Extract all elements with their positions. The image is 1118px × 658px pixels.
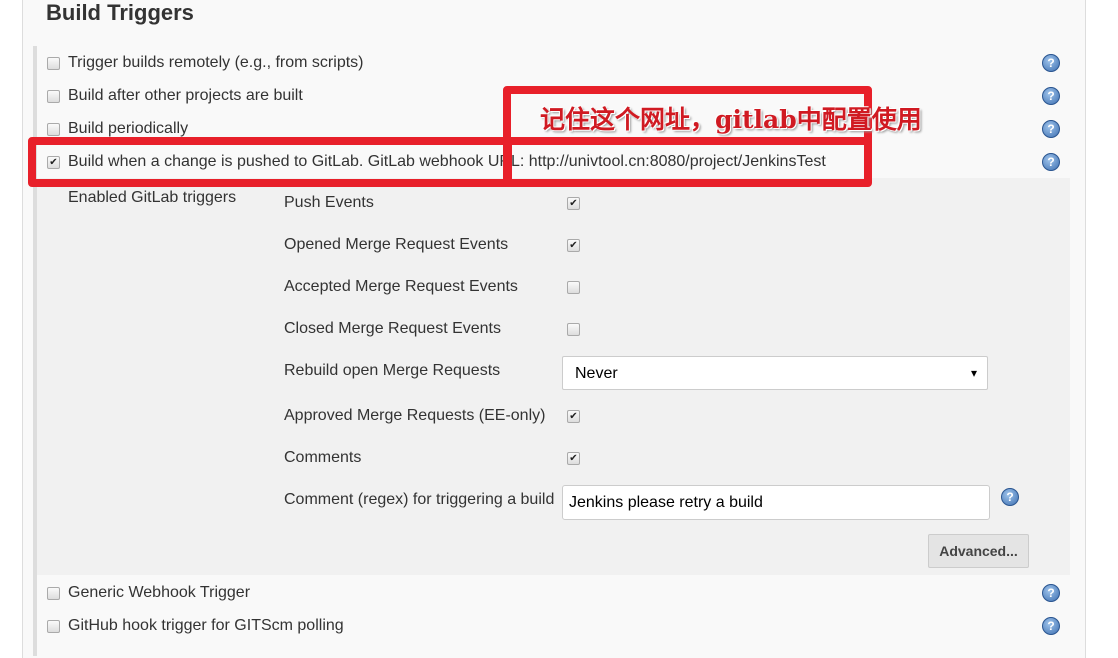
annotation-divider [511, 137, 864, 145]
trigger-label: Build periodically [68, 120, 189, 137]
checkbox[interactable] [47, 56, 60, 70]
comment-regex-input[interactable]: Jenkins please retry a build [562, 485, 990, 520]
opened-mr-label: Opened Merge Request Events [284, 236, 509, 253]
dropdown-arrow-icon: ▾ [970, 366, 977, 380]
section-title: Build Triggers [46, 0, 194, 25]
checkbox[interactable] [47, 586, 60, 600]
checkbox[interactable] [47, 619, 60, 633]
rebuild-open-mr-label: Rebuild open Merge Requests [284, 362, 501, 379]
help-icon[interactable]: ? [1001, 488, 1019, 506]
trigger-label: GitHub hook trigger for GITScm polling [68, 617, 344, 634]
help-icon[interactable]: ? [1042, 584, 1060, 602]
push-events-checkbox[interactable]: ✔ [567, 197, 580, 210]
annotation-note: 记住这个网址，gitlab中配置使用 [540, 105, 922, 134]
enabled-gitlab-triggers-label: Enabled GitLab triggers [68, 189, 237, 206]
trigger-remote[interactable]: Trigger builds remotely (e.g., from scri… [47, 53, 363, 73]
rebuild-open-mr-select[interactable]: Never ▾ [562, 356, 988, 390]
accepted-mr-label: Accepted Merge Request Events [284, 278, 518, 295]
checkbox[interactable] [47, 122, 60, 136]
help-icon[interactable]: ? [1042, 153, 1060, 171]
help-icon[interactable]: ? [1042, 54, 1060, 72]
select-value: Never [575, 365, 618, 382]
comment-regex-label: Comment (regex) for triggering a build [284, 491, 555, 508]
accepted-mr-checkbox[interactable] [567, 281, 580, 294]
help-icon[interactable]: ? [1042, 120, 1060, 138]
push-events-label: Push Events [284, 194, 374, 211]
annotation-box-checkbox [28, 137, 512, 187]
trigger-label: Generic Webhook Trigger [68, 584, 251, 601]
trigger-periodically[interactable]: Build periodically [47, 119, 188, 139]
advanced-button[interactable]: Advanced... [928, 534, 1029, 568]
trigger-github-hook[interactable]: GitHub hook trigger for GITScm polling [47, 616, 344, 636]
trigger-label: Build after other projects are built [68, 87, 303, 104]
trigger-after-other-projects[interactable]: Build after other projects are built [47, 86, 303, 106]
closed-mr-label: Closed Merge Request Events [284, 320, 501, 337]
approved-mr-checkbox[interactable]: ✔ [567, 410, 580, 423]
help-icon[interactable]: ? [1042, 617, 1060, 635]
checkbox[interactable] [47, 89, 60, 103]
trigger-label: Trigger builds remotely (e.g., from scri… [68, 54, 364, 71]
help-icon[interactable]: ? [1042, 87, 1060, 105]
closed-mr-checkbox[interactable] [567, 323, 580, 336]
comments-checkbox[interactable]: ✔ [567, 452, 580, 465]
approved-mr-label: Approved Merge Requests (EE-only) [284, 407, 546, 424]
trigger-generic-webhook[interactable]: Generic Webhook Trigger [47, 583, 250, 603]
comments-label: Comments [284, 449, 362, 466]
opened-mr-checkbox[interactable]: ✔ [567, 239, 580, 252]
